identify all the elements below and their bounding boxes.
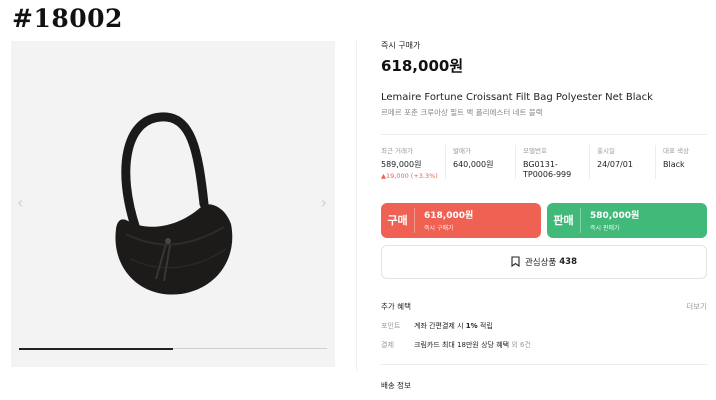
- price-value: 618,000원: [381, 57, 464, 75]
- spec-release-price: 발매가 640,000원: [445, 145, 517, 181]
- sell-tag: 판매: [547, 207, 581, 233]
- sell-button[interactable]: 판매 580,000원 즉시 판매가: [547, 202, 707, 238]
- bookmark-icon: [511, 256, 520, 268]
- divider: [381, 134, 707, 135]
- trade-buttons: 구매 618,000원 즉시 구매가 판매 580,000원 즉시 판매가: [381, 202, 707, 238]
- spec-value-line1: BG0131-: [523, 160, 558, 169]
- product-title-en: Lemaire Fortune Croissant Filt Bag Polye…: [381, 92, 653, 103]
- sell-price: 580,000원: [590, 211, 640, 222]
- spec-label: 발매가: [453, 147, 471, 155]
- spec-label: 최근 거래가: [381, 147, 413, 155]
- benefits-title: 추가 혜택: [381, 301, 411, 311]
- spec-list: 최근 거래가 589,000원 ▲19,000 (+3.3%) 발매가 640,…: [381, 145, 707, 181]
- wishlist-button[interactable]: 관심상품 438: [381, 244, 707, 279]
- spec-recent-price[interactable]: 최근 거래가 589,000원 ▲19,000 (+3.3%): [381, 145, 447, 181]
- spec-value: 640,000원: [453, 160, 494, 169]
- wishlist-count: 438: [559, 256, 578, 267]
- product-image-gallery[interactable]: ‹ ›: [11, 41, 335, 367]
- post-id-heading: #18002: [12, 4, 123, 33]
- gallery-progress-fill: [19, 347, 173, 350]
- divider: [381, 363, 707, 365]
- buy-button[interactable]: 구매 618,000원 즉시 구매가: [381, 202, 541, 238]
- benefit-key: 포인트: [381, 321, 401, 330]
- price-change: ▲19,000 (+3.3%): [381, 172, 438, 181]
- benefit-highlight: 1%: [465, 321, 478, 330]
- spec-color: 대표 색상 Black: [655, 145, 707, 181]
- wishlist-label: 관심상품: [524, 257, 557, 268]
- gallery-progress-bar: [19, 347, 327, 350]
- chevron-right-icon[interactable]: ›: [321, 193, 327, 212]
- benefits-more-link[interactable]: 더보기: [686, 301, 707, 312]
- product-title-ko: 르메르 포춘 크루아상 필트 백 폴리에스터 네트 블랙: [381, 108, 543, 117]
- spec-value: 24/07/01: [597, 160, 633, 169]
- benefits-header: 추가 혜택 더보기: [381, 301, 707, 312]
- buy-sub: 즉시 구매가: [424, 225, 454, 233]
- product-detail-panel: 즉시 구매가 618,000원 Lemaire Fortune Croissan…: [381, 40, 707, 391]
- spec-label: 출시일: [597, 147, 615, 155]
- price-label: 즉시 구매가: [381, 41, 421, 50]
- spec-value-line2: TP0006-999: [523, 170, 572, 180]
- buy-price: 618,000원: [424, 211, 474, 222]
- spec-model-number: 모델번호 BG0131- TP0006-999: [515, 145, 591, 181]
- benefit-text: 계좌 간편결제 시: [414, 321, 466, 330]
- buy-tag: 구매: [381, 207, 415, 233]
- shipping-title: 배송 정보: [381, 380, 411, 390]
- chevron-left-icon[interactable]: ‹: [17, 193, 23, 212]
- column-divider: [356, 41, 357, 371]
- benefit-key: 결제: [381, 340, 394, 349]
- spec-value: Black: [663, 160, 685, 169]
- spec-value: 589,000원: [381, 160, 422, 169]
- spec-label: 모델번호: [523, 147, 547, 155]
- benefit-value: 계좌 간편결제 시 1% 적립: [414, 321, 493, 331]
- benefit-suffix: 외 6건: [509, 340, 531, 349]
- sell-sub: 즉시 판매가: [590, 225, 620, 233]
- benefit-text: 크림카드 최대 18만원 상당 혜택: [414, 340, 510, 349]
- benefit-value: 크림카드 최대 18만원 상당 혜택 외 6건: [414, 340, 531, 350]
- benefit-text-after: 적립: [477, 321, 493, 330]
- product-image: [115, 112, 233, 295]
- spec-release-date: 출시일 24/07/01: [589, 145, 657, 181]
- benefit-point: 포인트 계좌 간편결제 시 1% 적립: [381, 321, 707, 331]
- benefit-payment: 결제 크림카드 최대 18만원 상당 혜택 외 6건: [381, 340, 707, 350]
- spec-label: 대표 색상: [663, 147, 689, 155]
